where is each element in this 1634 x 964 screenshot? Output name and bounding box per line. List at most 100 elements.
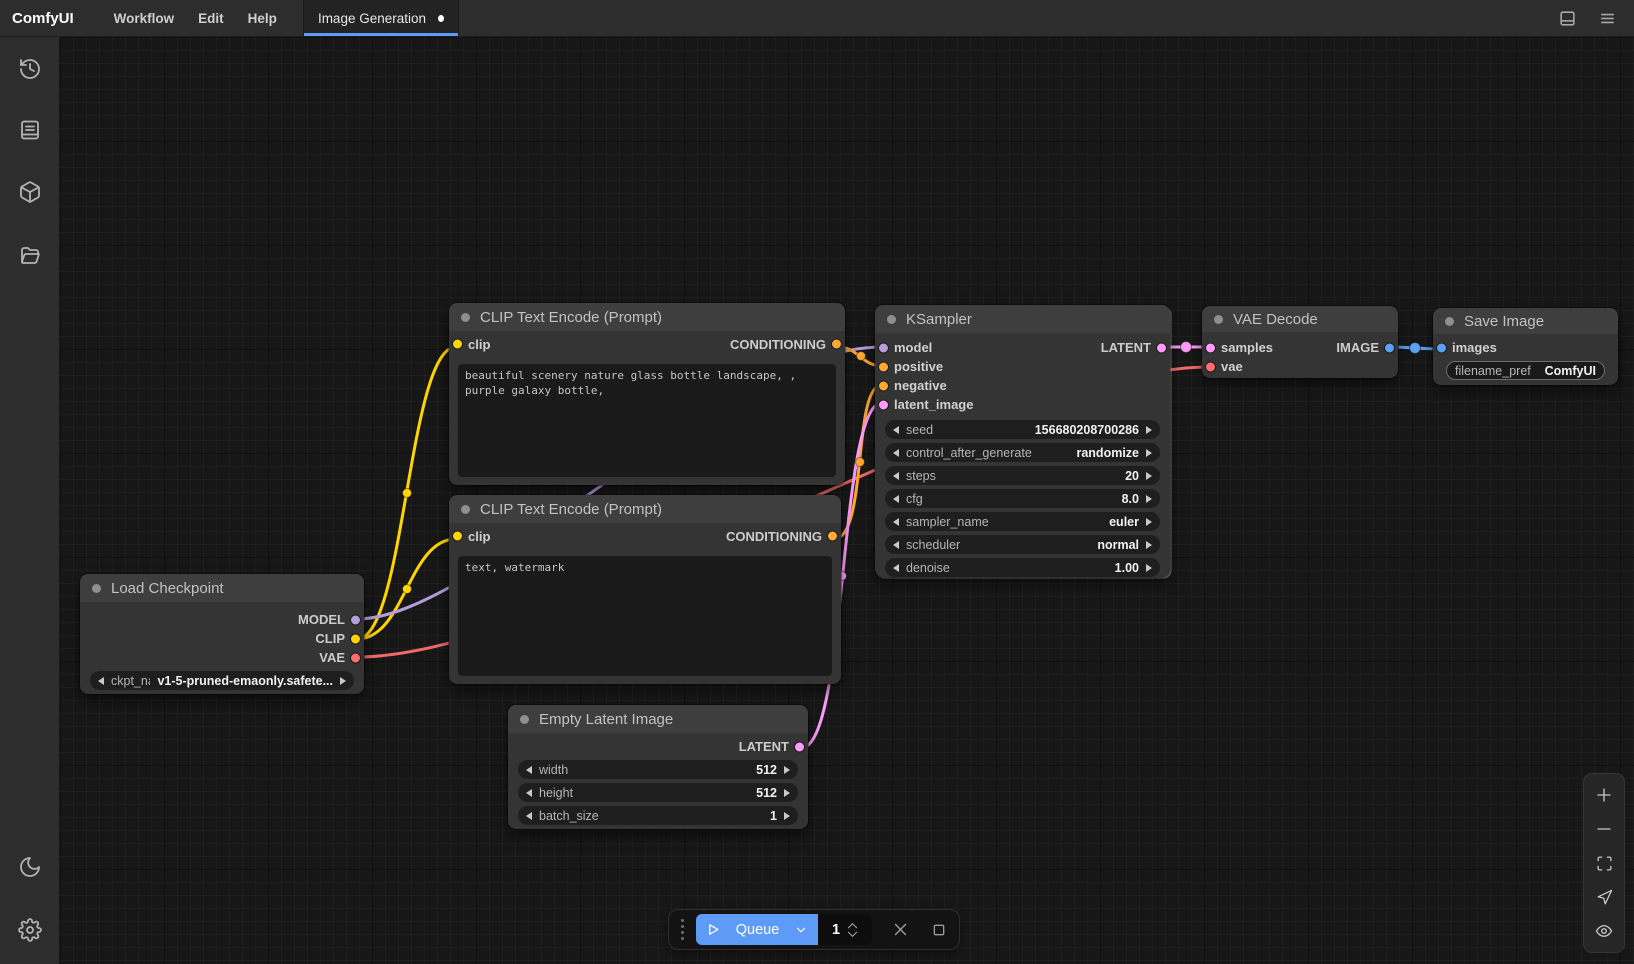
prev-value-arrow-icon[interactable] (893, 472, 899, 480)
next-value-arrow-icon[interactable] (1146, 518, 1152, 526)
prev-value-arrow-icon[interactable] (893, 564, 899, 572)
output-slot-conditioning[interactable] (832, 340, 841, 349)
node-ksampler[interactable]: KSampler model LATENT positive negative … (875, 305, 1170, 577)
widget-sampler-name[interactable]: sampler_name euler (885, 512, 1160, 531)
menu-workflow[interactable]: Workflow (102, 0, 187, 36)
zoom-out-button[interactable] (1589, 816, 1619, 842)
output-slot-image[interactable] (1385, 343, 1394, 352)
input-slot-model[interactable] (879, 343, 888, 352)
prompt-textarea[interactable]: beautiful scenery nature glass bottle la… (458, 364, 836, 477)
input-slot-clip[interactable] (453, 532, 462, 541)
widget-seed[interactable]: seed 156680208700286 (885, 420, 1160, 439)
node-header[interactable]: CLIP Text Encode (Prompt) (449, 495, 841, 523)
prev-value-arrow-icon[interactable] (893, 541, 899, 549)
sidebar-item-model-library[interactable] (8, 170, 52, 214)
batch-count-input[interactable]: 1 (818, 914, 872, 945)
input-slot-positive[interactable] (879, 362, 888, 371)
node-empty-latent-image[interactable]: Empty Latent Image LATENT width 512 heig… (508, 705, 808, 829)
increment-caret-icon[interactable] (847, 922, 858, 929)
next-value-arrow-icon[interactable] (1146, 495, 1152, 503)
widget-steps[interactable]: steps 20 (885, 466, 1160, 485)
next-value-arrow-icon[interactable] (784, 789, 790, 797)
output-slot-latent[interactable] (795, 742, 804, 751)
input-slot-images[interactable] (1437, 343, 1446, 352)
sidebar-item-workflows[interactable] (8, 234, 52, 278)
graph-canvas[interactable] (60, 37, 1634, 964)
node-header[interactable]: Load Checkpoint (80, 574, 364, 602)
next-value-arrow-icon[interactable] (784, 812, 790, 820)
stop-button[interactable] (931, 922, 947, 938)
collapse-dot-icon[interactable] (887, 315, 896, 324)
zoom-in-button[interactable] (1589, 782, 1619, 808)
queue-bar-drag-handle[interactable] (681, 919, 684, 940)
next-value-arrow-icon[interactable] (1146, 541, 1152, 549)
prev-value-arrow-icon[interactable] (526, 766, 532, 774)
output-slot-conditioning[interactable] (828, 532, 837, 541)
chevron-down-icon[interactable] (794, 923, 808, 937)
node-header[interactable]: Empty Latent Image (508, 705, 808, 733)
next-value-arrow-icon[interactable] (1146, 472, 1152, 480)
widget-batch-size[interactable]: batch_size 1 (518, 806, 798, 825)
node-clip-text-encode-positive[interactable]: CLIP Text Encode (Prompt) clip CONDITION… (449, 303, 845, 485)
theme-toggle-button[interactable] (8, 845, 52, 889)
node-header[interactable]: VAE Decode (1202, 306, 1398, 332)
bottom-panel-toggle-button[interactable] (1550, 3, 1584, 33)
queue-button[interactable]: Queue (696, 914, 818, 945)
node-header[interactable]: CLIP Text Encode (Prompt) (449, 303, 845, 331)
fit-view-button[interactable] (1589, 850, 1619, 876)
prev-value-arrow-icon[interactable] (893, 518, 899, 526)
prev-value-arrow-icon[interactable] (526, 789, 532, 797)
input-slot-latent-image[interactable] (879, 400, 888, 409)
node-header[interactable]: Save Image (1433, 308, 1618, 334)
widget-width[interactable]: width 512 (518, 760, 798, 779)
widget-cfg[interactable]: cfg 8.0 (885, 489, 1160, 508)
prev-value-arrow-icon[interactable] (98, 677, 104, 685)
widget-scheduler[interactable]: scheduler normal (885, 535, 1160, 554)
prev-value-arrow-icon[interactable] (893, 495, 899, 503)
sidebar-item-node-library[interactable] (8, 108, 52, 152)
sidebar-item-queue-history[interactable] (8, 47, 52, 91)
next-value-arrow-icon[interactable] (1146, 564, 1152, 572)
output-slot-clip[interactable] (351, 634, 360, 643)
pan-mode-button[interactable] (1589, 884, 1619, 910)
output-slot-latent[interactable] (1157, 343, 1166, 352)
prompt-textarea[interactable]: text, watermark (458, 556, 832, 676)
node-vae-decode[interactable]: VAE Decode samples IMAGE vae (1202, 306, 1398, 378)
next-value-arrow-icon[interactable] (1146, 426, 1152, 434)
widget-denoise[interactable]: denoise 1.00 (885, 558, 1160, 577)
menu-edit[interactable]: Edit (186, 0, 236, 36)
menu-help[interactable]: Help (236, 0, 289, 36)
collapse-dot-icon[interactable] (1445, 317, 1454, 326)
collapse-dot-icon[interactable] (1214, 315, 1223, 324)
input-slot-negative[interactable] (879, 381, 888, 390)
input-slot-clip[interactable] (453, 340, 462, 349)
main-menu-button[interactable] (1590, 3, 1624, 33)
output-slot-model[interactable] (351, 615, 360, 624)
workflow-tab[interactable]: Image Generation (303, 0, 459, 36)
next-value-arrow-icon[interactable] (784, 766, 790, 774)
widget-height[interactable]: height 512 (518, 783, 798, 802)
decrement-caret-icon[interactable] (847, 931, 858, 938)
prev-value-arrow-icon[interactable] (526, 812, 532, 820)
node-clip-text-encode-negative[interactable]: CLIP Text Encode (Prompt) clip CONDITION… (449, 495, 841, 684)
collapse-dot-icon[interactable] (92, 584, 101, 593)
toggle-link-visibility-button[interactable] (1589, 918, 1619, 944)
input-slot-samples[interactable] (1206, 343, 1215, 352)
widget-control-after-generate[interactable]: control_after_generate randomize (885, 443, 1160, 462)
node-header[interactable]: KSampler (875, 305, 1170, 333)
collapse-dot-icon[interactable] (461, 505, 470, 514)
clear-queue-button[interactable] (892, 921, 909, 938)
widget-ckpt-name[interactable]: ckpt_name v1-5-pruned-emaonly.safete... (90, 671, 354, 690)
node-load-checkpoint[interactable]: Load Checkpoint MODEL CLIP VAE ckpt_name… (80, 574, 364, 694)
widget-filename-prefix[interactable]: filename_prefix ComfyUI (1446, 361, 1605, 380)
next-value-arrow-icon[interactable] (1146, 449, 1152, 457)
next-value-arrow-icon[interactable] (340, 677, 346, 685)
prev-value-arrow-icon[interactable] (893, 449, 899, 457)
collapse-dot-icon[interactable] (461, 313, 470, 322)
output-slot-vae[interactable] (351, 653, 360, 662)
input-slot-vae[interactable] (1206, 362, 1215, 371)
settings-button[interactable] (8, 908, 52, 952)
collapse-dot-icon[interactable] (520, 715, 529, 724)
prev-value-arrow-icon[interactable] (893, 426, 899, 434)
node-save-image[interactable]: Save Image images filename_prefix ComfyU… (1433, 308, 1618, 385)
